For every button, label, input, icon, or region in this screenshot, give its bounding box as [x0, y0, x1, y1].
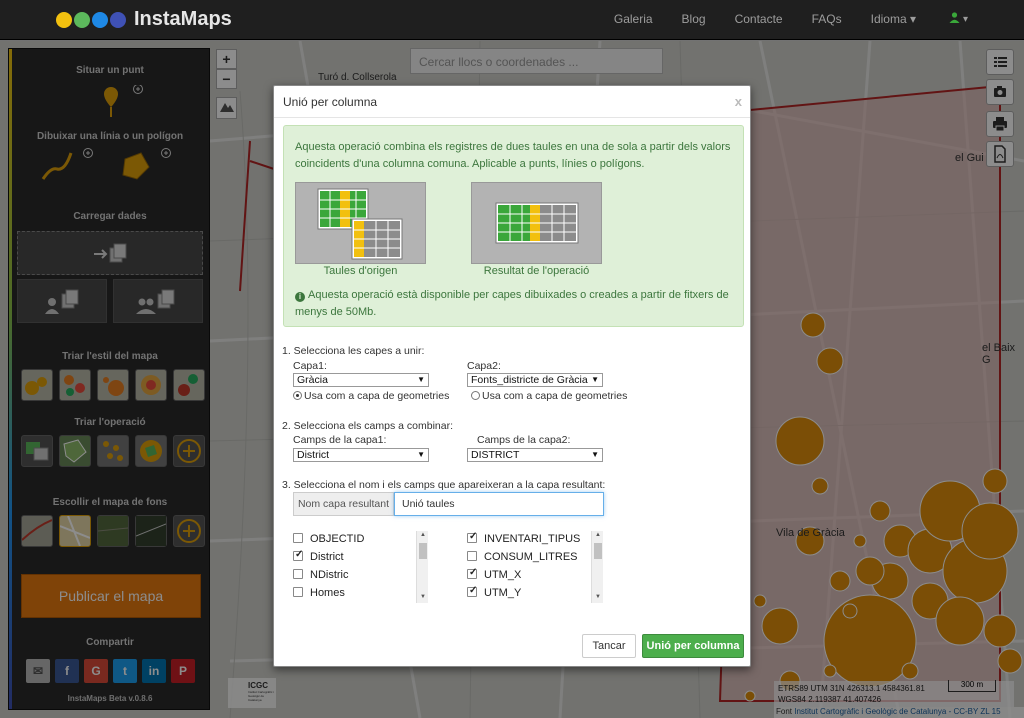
top-navbar: InstaMaps Galeria Blog Contacte FAQs Idi… [0, 0, 1024, 40]
close-icon[interactable]: x [735, 94, 742, 109]
capa1-geometry-radio[interactable]: Usa com a capa de geometries [293, 390, 449, 402]
checkbox-checked-icon[interactable] [467, 585, 477, 597]
capa2-field-list[interactable]: INVENTARI_TIPUS CONSUM_LITRES UTM_X UTM_… [467, 531, 591, 603]
field-label: NDistric [310, 569, 349, 581]
source-tables-icon [317, 188, 403, 260]
dialog-header: Unió per columna x [274, 86, 750, 118]
nav-galeria[interactable]: Galeria [614, 12, 653, 26]
checkbox-unchecked-icon[interactable] [293, 587, 303, 597]
scroll-down-icon[interactable]: ▼ [595, 594, 601, 600]
capa2-fields-scrollbar[interactable]: ▲ ▼ [591, 531, 603, 603]
nav-contacte[interactable]: Contacte [735, 12, 783, 26]
scroll-down-icon[interactable]: ▼ [420, 594, 426, 600]
checkbox-unchecked-icon[interactable] [293, 569, 303, 579]
join-button[interactable]: Unió per columna [642, 634, 744, 658]
user-caret: ▾ [962, 14, 968, 25]
nav-faqs[interactable]: FAQs [812, 12, 842, 26]
result-name-input[interactable]: Unió taules [394, 492, 604, 516]
field-checkbox[interactable]: CONSUM_LITRES [467, 551, 578, 563]
field-label: District [310, 551, 344, 563]
field-label: UTM_Y [484, 587, 522, 599]
result-table-icon [495, 202, 579, 244]
info-note-text: Aquesta operació està disponible per cap… [295, 289, 729, 318]
result-name-label: Nom capa resultant [293, 492, 394, 516]
field-label: CONSUM_LITRES [484, 551, 578, 563]
result-table-caption: Resultat de l'operació [483, 265, 590, 277]
brand-name: InstaMaps [134, 8, 232, 30]
camps1-select[interactable]: District ▼ [293, 448, 429, 462]
capa2-geometry-radio[interactable]: Usa com a capa de geometries [471, 390, 627, 402]
radio-selected-icon[interactable] [293, 391, 302, 400]
checkbox-unchecked-icon[interactable] [293, 533, 303, 543]
capa1-label: Capa1: [293, 360, 327, 372]
user-icon [949, 12, 960, 23]
scroll-thumb[interactable] [594, 543, 602, 559]
field-checkbox[interactable]: NDistric [293, 569, 349, 581]
field-checkbox[interactable]: INVENTARI_TIPUS [467, 531, 581, 545]
field-label: OBJECTID [310, 533, 365, 545]
chevron-down-icon: ▼ [417, 375, 425, 384]
field-label: UTM_X [484, 569, 522, 581]
radio-label: Usa com a capa de geometries [482, 390, 628, 402]
source-tables-image [295, 182, 426, 264]
field-checkbox[interactable]: Homes [293, 587, 345, 599]
user-menu[interactable]: ▾ [949, 11, 968, 25]
scroll-up-icon[interactable]: ▲ [595, 532, 601, 538]
camps2-label: Camps de la capa2: [477, 434, 571, 446]
step1-label: 1. Selecciona les capes a unir: [282, 345, 425, 357]
cancel-button[interactable]: Tancar [582, 634, 636, 658]
checkbox-checked-icon[interactable] [293, 549, 303, 561]
capa2-label: Capa2: [467, 360, 501, 372]
info-panel: Aquesta operació combina els registres d… [283, 125, 744, 327]
logo-dot-icon [92, 11, 108, 28]
result-table-image [471, 182, 602, 264]
field-label: INVENTARI_TIPUS [484, 533, 581, 545]
capa1-value: Gràcia [297, 374, 328, 386]
capa1-field-list[interactable]: OBJECTID District NDistric Homes [293, 531, 417, 603]
info-icon: i [295, 292, 305, 302]
step3-label: 3. Selecciona el nom i els camps que apa… [282, 479, 606, 491]
capa1-fields-scrollbar[interactable]: ▲ ▼ [416, 531, 428, 603]
step2-label: 2. Selecciona els camps a combinar: [282, 420, 453, 432]
nav-blog[interactable]: Blog [682, 12, 706, 26]
source-tables-caption: Taules d'origen [323, 265, 398, 277]
camps2-value: DISTRICT [471, 449, 520, 461]
logo[interactable]: InstaMaps [56, 8, 232, 31]
camps1-value: District [297, 449, 330, 461]
checkbox-checked-icon[interactable] [467, 567, 477, 579]
field-checkbox[interactable]: District [293, 549, 344, 563]
capa2-value: Fonts_districte de Gràcia [471, 374, 588, 386]
info-note: i Aquesta operació està disponible per ca… [295, 287, 735, 321]
chevron-down-icon: ▼ [591, 450, 599, 459]
logo-dot-icon [110, 11, 126, 28]
nav-idioma[interactable]: Idioma ▾ [871, 12, 916, 26]
field-checkbox[interactable]: OBJECTID [293, 533, 364, 545]
scroll-up-icon[interactable]: ▲ [420, 532, 426, 538]
field-label: Homes [310, 587, 345, 599]
logo-dot-icon [74, 11, 90, 28]
join-by-column-dialog: Unió per columna x Aquesta operació comb… [273, 85, 751, 667]
checkbox-checked-icon[interactable] [467, 531, 477, 543]
field-checkbox[interactable]: UTM_X [467, 567, 522, 581]
logo-dot-icon [56, 11, 72, 28]
radio-label: Usa com a capa de geometries [304, 390, 450, 402]
scroll-thumb[interactable] [419, 543, 427, 559]
chevron-down-icon: ▼ [417, 450, 425, 459]
field-checkbox[interactable]: UTM_Y [467, 585, 522, 599]
camps2-select[interactable]: DISTRICT ▼ [467, 448, 603, 462]
chevron-down-icon: ▼ [590, 374, 599, 386]
capa2-select[interactable]: Fonts_districte de Gràcia ▼ [467, 373, 603, 387]
checkbox-unchecked-icon[interactable] [467, 551, 477, 561]
radio-unselected-icon[interactable] [471, 391, 480, 400]
info-description: Aquesta operació combina els registres d… [295, 141, 731, 170]
capa1-select[interactable]: Gràcia ▼ [293, 373, 429, 387]
camps1-label: Camps de la capa1: [293, 434, 387, 446]
dialog-title: Unió per columna [283, 95, 378, 109]
